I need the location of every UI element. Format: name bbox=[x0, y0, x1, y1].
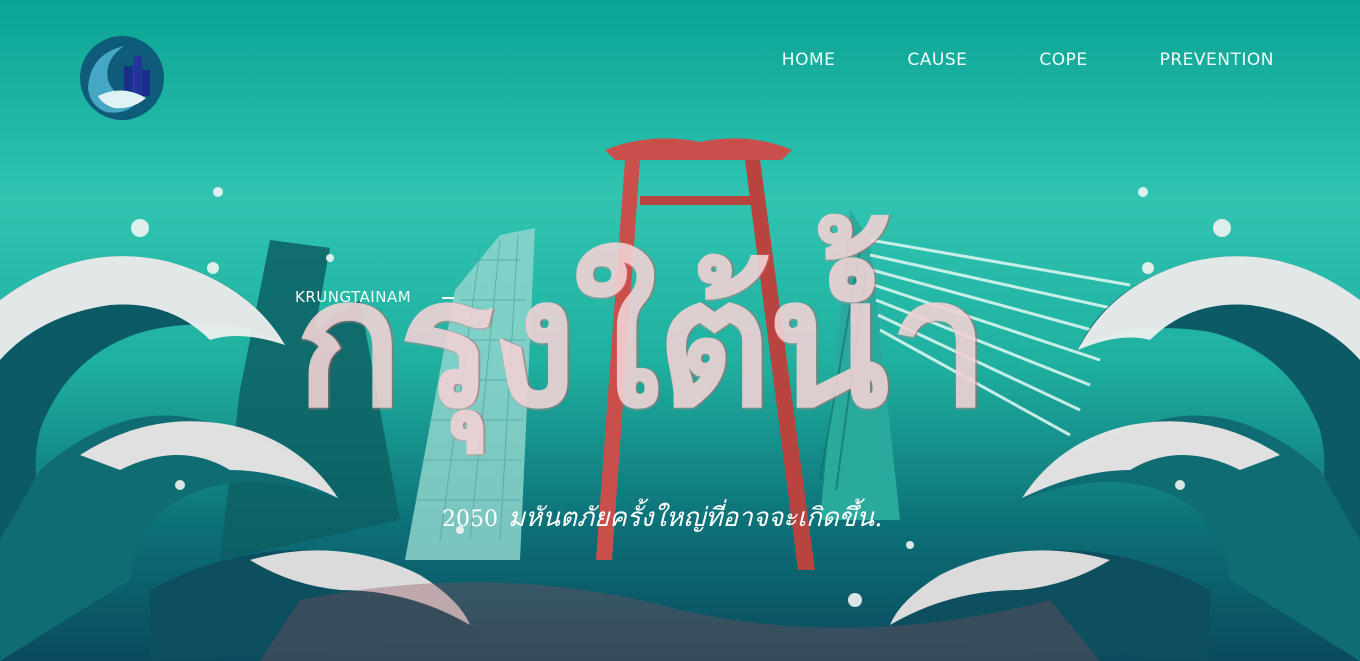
site-logo[interactable] bbox=[80, 36, 164, 120]
nav-cope[interactable]: COPE bbox=[1039, 50, 1087, 70]
hero-year: 2050 bbox=[442, 507, 498, 532]
nav-prevention[interactable]: PREVENTION bbox=[1160, 50, 1274, 70]
nav-cause[interactable]: CAUSE bbox=[907, 50, 967, 70]
hero-subtitle-text: มหันตภัยครั้งใหญ่ที่อาจจะเกิดขึ้น. bbox=[508, 503, 883, 533]
hero-subtitle: 2050 มหันตภัยครั้งใหญ่ที่อาจจะเกิดขึ้น. bbox=[442, 497, 882, 538]
kicker-divider bbox=[442, 297, 454, 299]
hero-title: กรุงใต้น้ำ bbox=[295, 240, 989, 447]
hero-kicker: KRUNGTAINAM bbox=[295, 288, 412, 306]
wave-city-logo-icon bbox=[80, 36, 164, 120]
hero-stage: HOME CAUSE COPE PREVENTION กรุงใต้น้ำ KR… bbox=[0, 0, 1360, 661]
top-nav: HOME CAUSE COPE PREVENTION bbox=[782, 50, 1274, 70]
nav-home[interactable]: HOME bbox=[782, 50, 836, 70]
